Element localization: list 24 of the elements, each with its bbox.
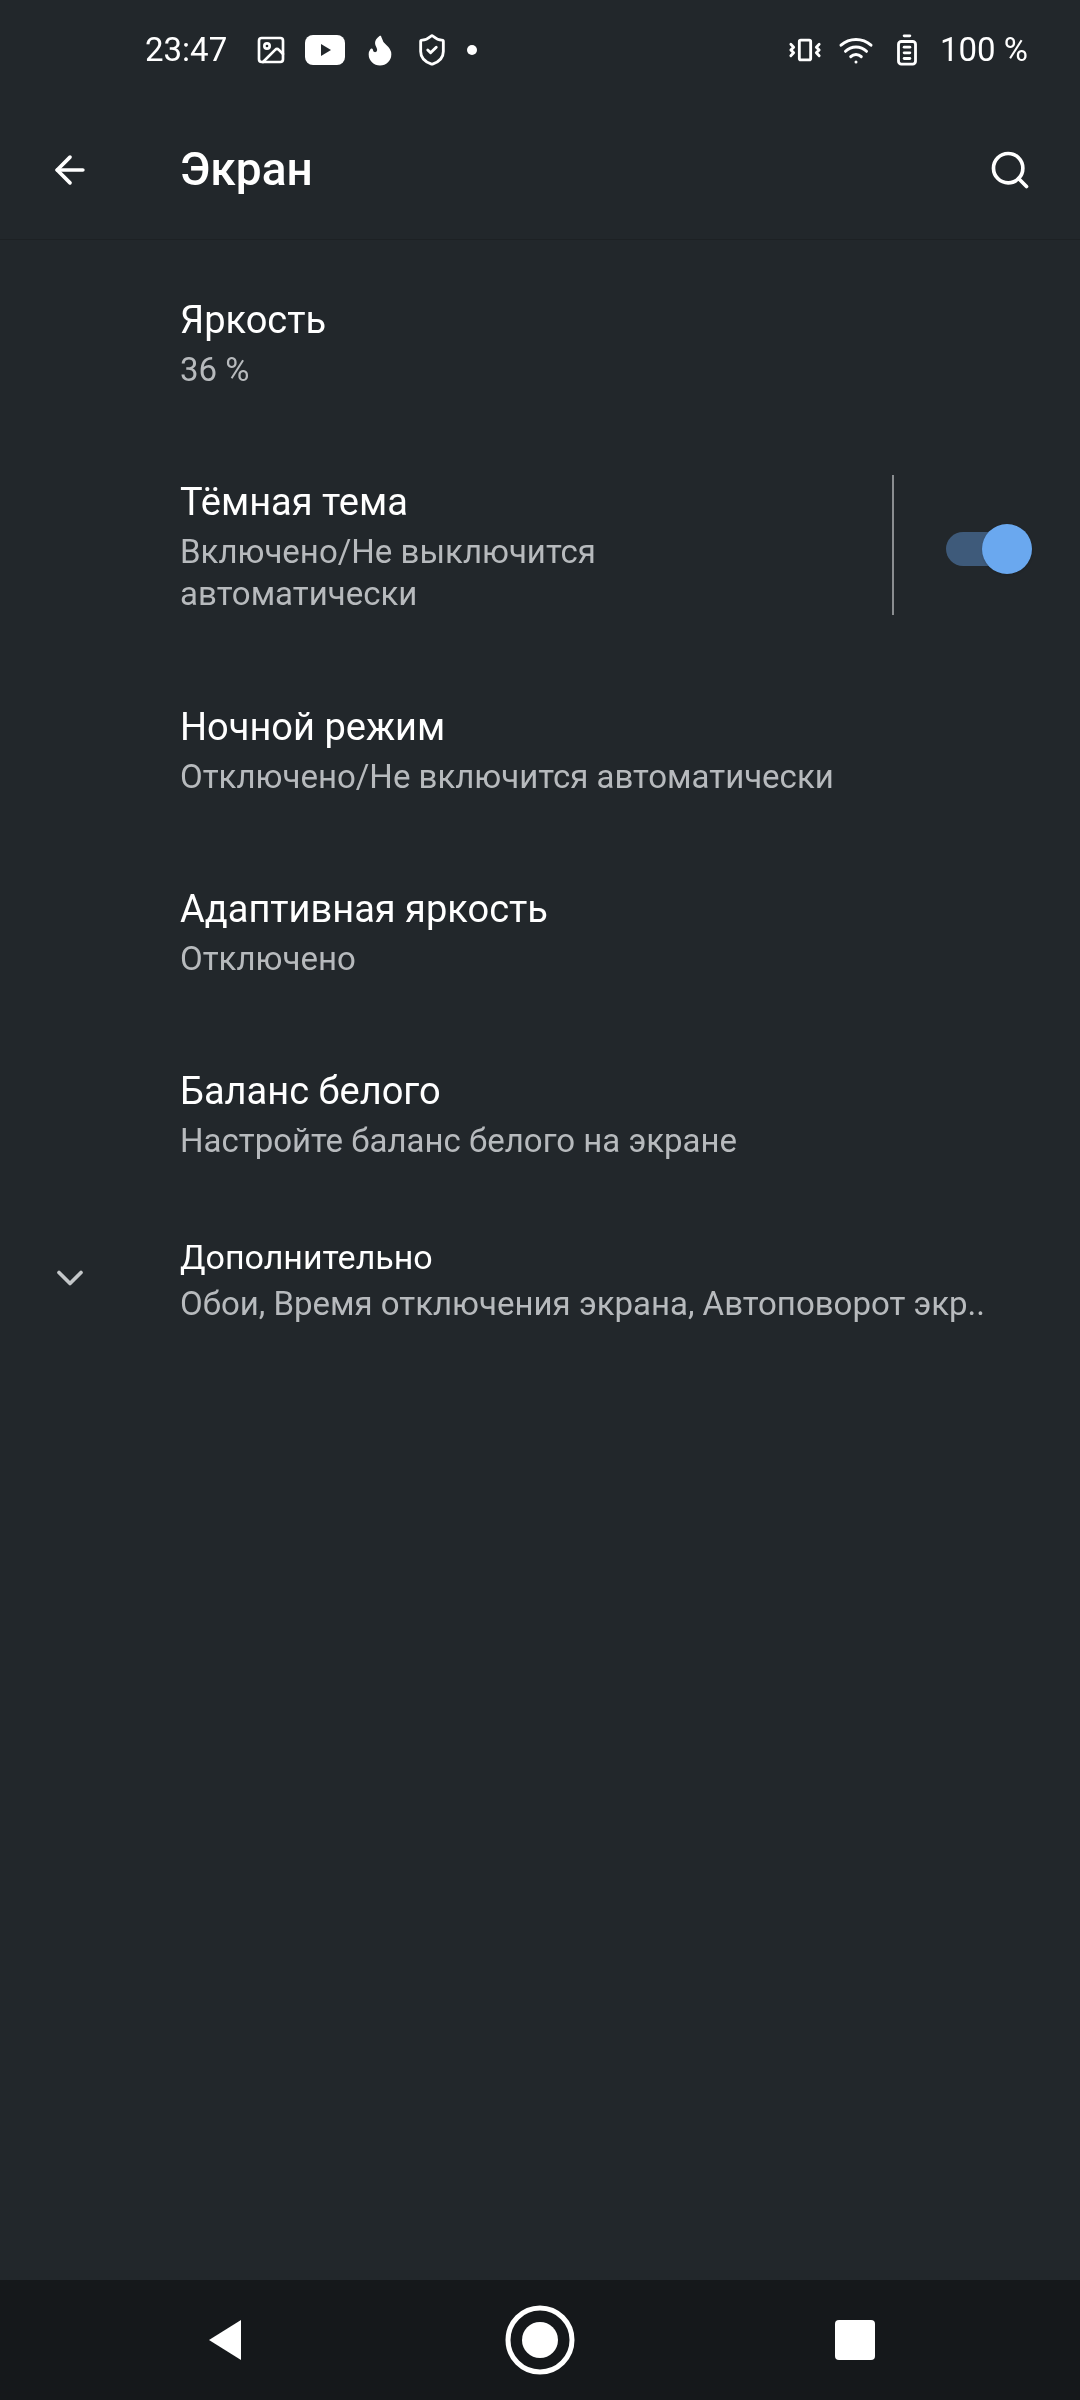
dot-icon [467,45,478,55]
setting-summary: 36 % [180,348,251,391]
setting-title: Яркость [180,296,328,344]
setting-summary: Обои, Время отключения экрана, Автоповорот экр.. [180,1282,986,1325]
settings-row[interactable]: Адаптивная яркость Отключено [0,839,1080,1021]
settings-row[interactable]: Яркость 36 % [0,250,1080,432]
settings-row[interactable]: Тёмная тема Включено/Не выключится автоматически [0,432,1080,657]
setting-summary: Настройте баланс белого на экране [180,1119,738,1162]
clock: 23:47 [145,29,228,72]
settings-row[interactable]: Ночной режим Отключено/Не включится автоматически [0,657,1080,839]
setting-title: Ночной режим [180,703,447,751]
setting-summary: Отключено [180,937,357,980]
play-icon [305,35,346,65]
battery-level: 100 % [940,29,1028,72]
setting-title: Дополнительно [180,1235,434,1279]
settings-row[interactable]: Баланс белого Настройте баланс белого на экране [0,1021,1080,1203]
setting-title: Тёмная тема [180,479,409,526]
setting-title: Баланс белого [180,1067,442,1115]
setting-summary: Отключено/Не включится автоматически [180,755,835,798]
settings-row[interactable]: Дополнительно Обои, Время отключения экрана, Автоповорот экр.. [0,1203,1080,1353]
home-nav-button[interactable] [504,2304,576,2376]
setting-summary: Включено/Не выключится автоматически [180,531,597,615]
setting-title: Адаптивная яркость [180,885,549,933]
screen-title: Экран [180,141,313,198]
